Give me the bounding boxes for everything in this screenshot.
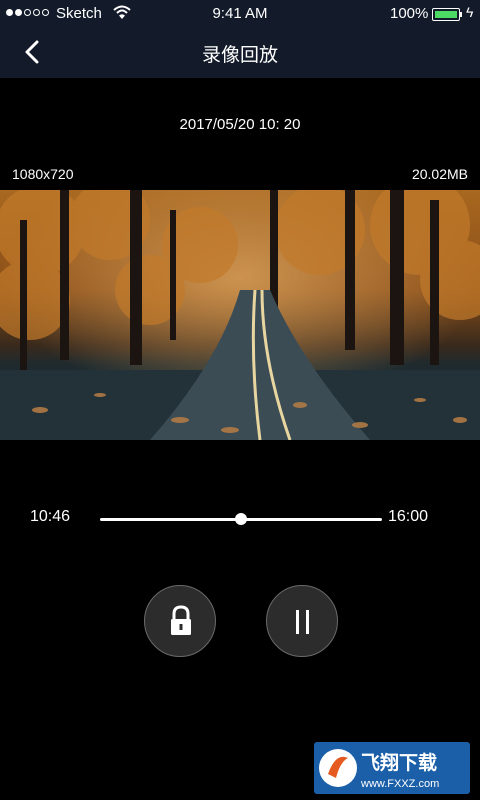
watermark-logo: 飞翔下载 www.FXXZ.com [314, 742, 470, 794]
playback-start-time: 10:46 [30, 508, 71, 525]
playback-end-time: 16:00 [388, 508, 429, 525]
progress-thumb[interactable] [235, 513, 247, 525]
battery-tip [460, 12, 462, 17]
recording-datetime: 2017/05/20 10: 20 [179, 116, 301, 133]
charging-bolt-icon: ϟ [466, 4, 474, 20]
video-frame[interactable] [0, 190, 480, 440]
nav-bar: 录像回放 [0, 28, 480, 78]
video-thumbnail-image [0, 190, 480, 440]
page-title: 录像回放 [201, 45, 278, 66]
svg-text:飞翔下载: 飞翔下载 [361, 751, 437, 774]
header: Sketch 9:41 AM 100% ϟ 录像回放 [0, 0, 480, 78]
pause-button[interactable] [266, 585, 338, 657]
battery-icon [432, 8, 460, 21]
file-size: 20.02MB [411, 166, 468, 182]
status-bar: Sketch 9:41 AM 100% ϟ [0, 0, 480, 28]
progress-slider[interactable] [100, 513, 382, 525]
video-resolution: 1080x720 [12, 166, 74, 182]
lock-icon [171, 605, 191, 635]
pause-icon [296, 610, 309, 634]
battery-percentage: 100% [390, 5, 429, 22]
svg-text:www.FXXZ.com: www.FXXZ.com [360, 778, 439, 790]
lock-button[interactable] [144, 585, 216, 657]
